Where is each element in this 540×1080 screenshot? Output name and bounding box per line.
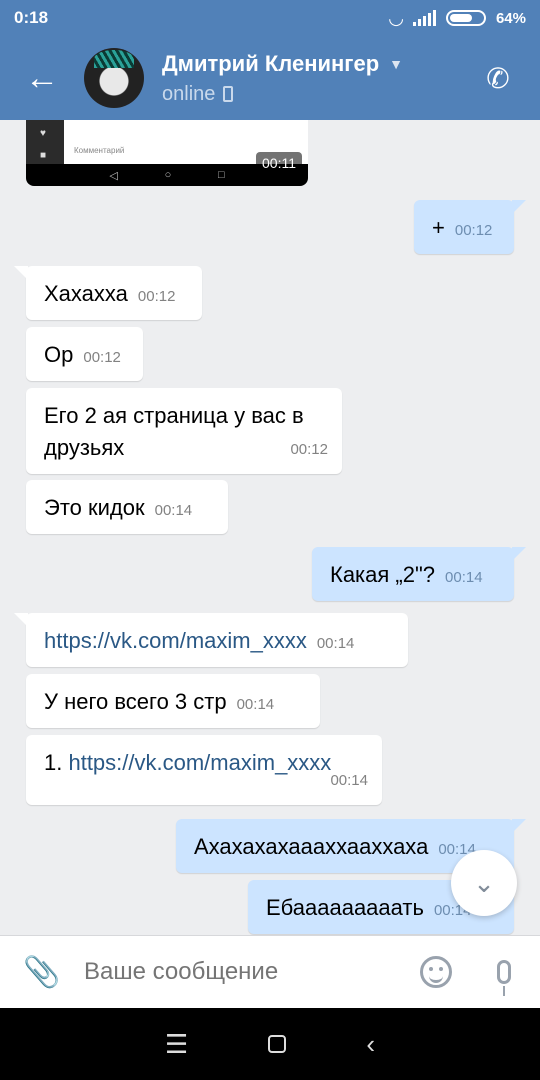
message-bubble-in[interactable]: Ор 00:12 xyxy=(26,327,143,381)
message-input[interactable] xyxy=(84,958,404,986)
message-time: 00:14 xyxy=(236,696,275,713)
message-bubble-out[interactable]: +00:12 xyxy=(414,200,526,254)
message-text: Это кидок xyxy=(44,495,145,520)
system-nav-bar: ☰ ‹ xyxy=(0,1008,540,1080)
emoji-button[interactable] xyxy=(404,956,468,988)
message-time: 00:12 xyxy=(83,349,121,366)
message-bubble-in[interactable]: https://vk.com/maxim_xxxx 00:14 xyxy=(14,613,408,667)
message-bubble-in[interactable]: Его 2 ая страница у вас в друзьях 00:12 xyxy=(26,388,342,474)
arrow-left-icon: ← xyxy=(25,58,59,97)
message-text: Какая „2"? xyxy=(330,562,436,587)
video-duration: 00:11 xyxy=(256,152,302,174)
message-time: 00:12 xyxy=(137,288,176,305)
header: 0:18 ◡ 64% ← Дмитрий Кленингер ▼ online … xyxy=(0,0,540,120)
contact-status: online xyxy=(162,82,216,105)
message-bubble-in[interactable]: У него всего 3 стр 00:14 xyxy=(26,674,320,728)
message-bubble-in[interactable]: Хахахха 00:12 xyxy=(14,266,202,320)
battery-icon xyxy=(445,10,486,26)
message-time: 00:14 xyxy=(316,635,355,652)
wifi-icon: ◡ xyxy=(389,7,403,28)
message-link[interactable]: https://vk.com/maxim_xxxx xyxy=(68,750,331,775)
message-text: Его 2 ая страница у вас в друзьях xyxy=(44,403,304,460)
voice-message-button[interactable] xyxy=(468,960,540,996)
message-text: Ахахахахаааххааххаха xyxy=(194,834,429,859)
message-text: У него всего 3 стр xyxy=(44,689,227,714)
message-text: Ебааааааааать xyxy=(266,895,424,920)
back-icon[interactable]: ‹ xyxy=(366,1029,375,1060)
menu-icon[interactable]: ☰ xyxy=(165,1029,188,1060)
video-comment-placeholder: Комментарий xyxy=(74,146,125,155)
microphone-icon xyxy=(497,960,511,996)
status-time: 0:18 xyxy=(14,8,49,27)
contact-name: Дмитрий Кленингер xyxy=(162,50,380,76)
message-list[interactable]: ♥ ■ Комментарий ◁ ○ □ 00:11 +00:12 Хахахха… xyxy=(0,120,540,935)
message-bubble-in[interactable]: 1. https://vk.com/maxim_xxxx 00:14 xyxy=(26,735,382,805)
phone-icon: ✆ xyxy=(486,62,510,94)
mobile-device-icon xyxy=(223,86,234,102)
back-button[interactable]: ← xyxy=(0,36,84,120)
video-attachment[interactable]: ♥ ■ Комментарий ◁ ○ □ 00:11 xyxy=(26,120,308,186)
status-bar: 0:18 ◡ 64% xyxy=(0,0,540,36)
message-composer: 📎 xyxy=(0,935,540,1008)
chat-title-block[interactable]: Дмитрий Кленингер ▼ online xyxy=(162,51,468,106)
message-time: 00:14 xyxy=(445,569,483,586)
home-icon[interactable] xyxy=(268,1035,287,1053)
message-text: Ор xyxy=(44,342,74,367)
document-icon: ■ xyxy=(40,150,47,161)
avatar[interactable] xyxy=(84,48,144,108)
heart-icon: ♥ xyxy=(40,128,46,139)
message-link[interactable]: https://vk.com/maxim_xxxx xyxy=(44,628,307,653)
message-time: 00:14 xyxy=(154,502,193,519)
app-bar: ← Дмитрий Кленингер ▼ online ✆ xyxy=(0,36,540,120)
message-prefix: 1. xyxy=(44,750,69,775)
chevron-down-icon: ▼ xyxy=(389,55,403,72)
scroll-down-button[interactable]: ⌄ xyxy=(451,850,517,916)
message-time: 00:12 xyxy=(454,222,493,239)
message-text: Хахахха xyxy=(44,281,128,306)
message-bubble-out[interactable]: Какая „2"? 00:14 xyxy=(312,547,526,601)
call-button[interactable]: ✆ xyxy=(468,48,528,108)
attach-button[interactable]: 📎 xyxy=(0,955,84,990)
chevron-down-icon: ⌄ xyxy=(473,867,495,898)
message-time: 00:14 xyxy=(330,772,368,789)
message-bubble-in[interactable]: Это кидок 00:14 xyxy=(26,480,228,534)
signal-icon xyxy=(412,10,436,26)
status-icons: ◡ 64% xyxy=(389,8,526,29)
message-time: 00:12 xyxy=(290,441,328,458)
message-text: + xyxy=(432,215,445,240)
battery-level: 64% xyxy=(495,9,526,27)
smile-icon xyxy=(420,956,452,988)
paperclip-icon: 📎 xyxy=(23,955,61,989)
